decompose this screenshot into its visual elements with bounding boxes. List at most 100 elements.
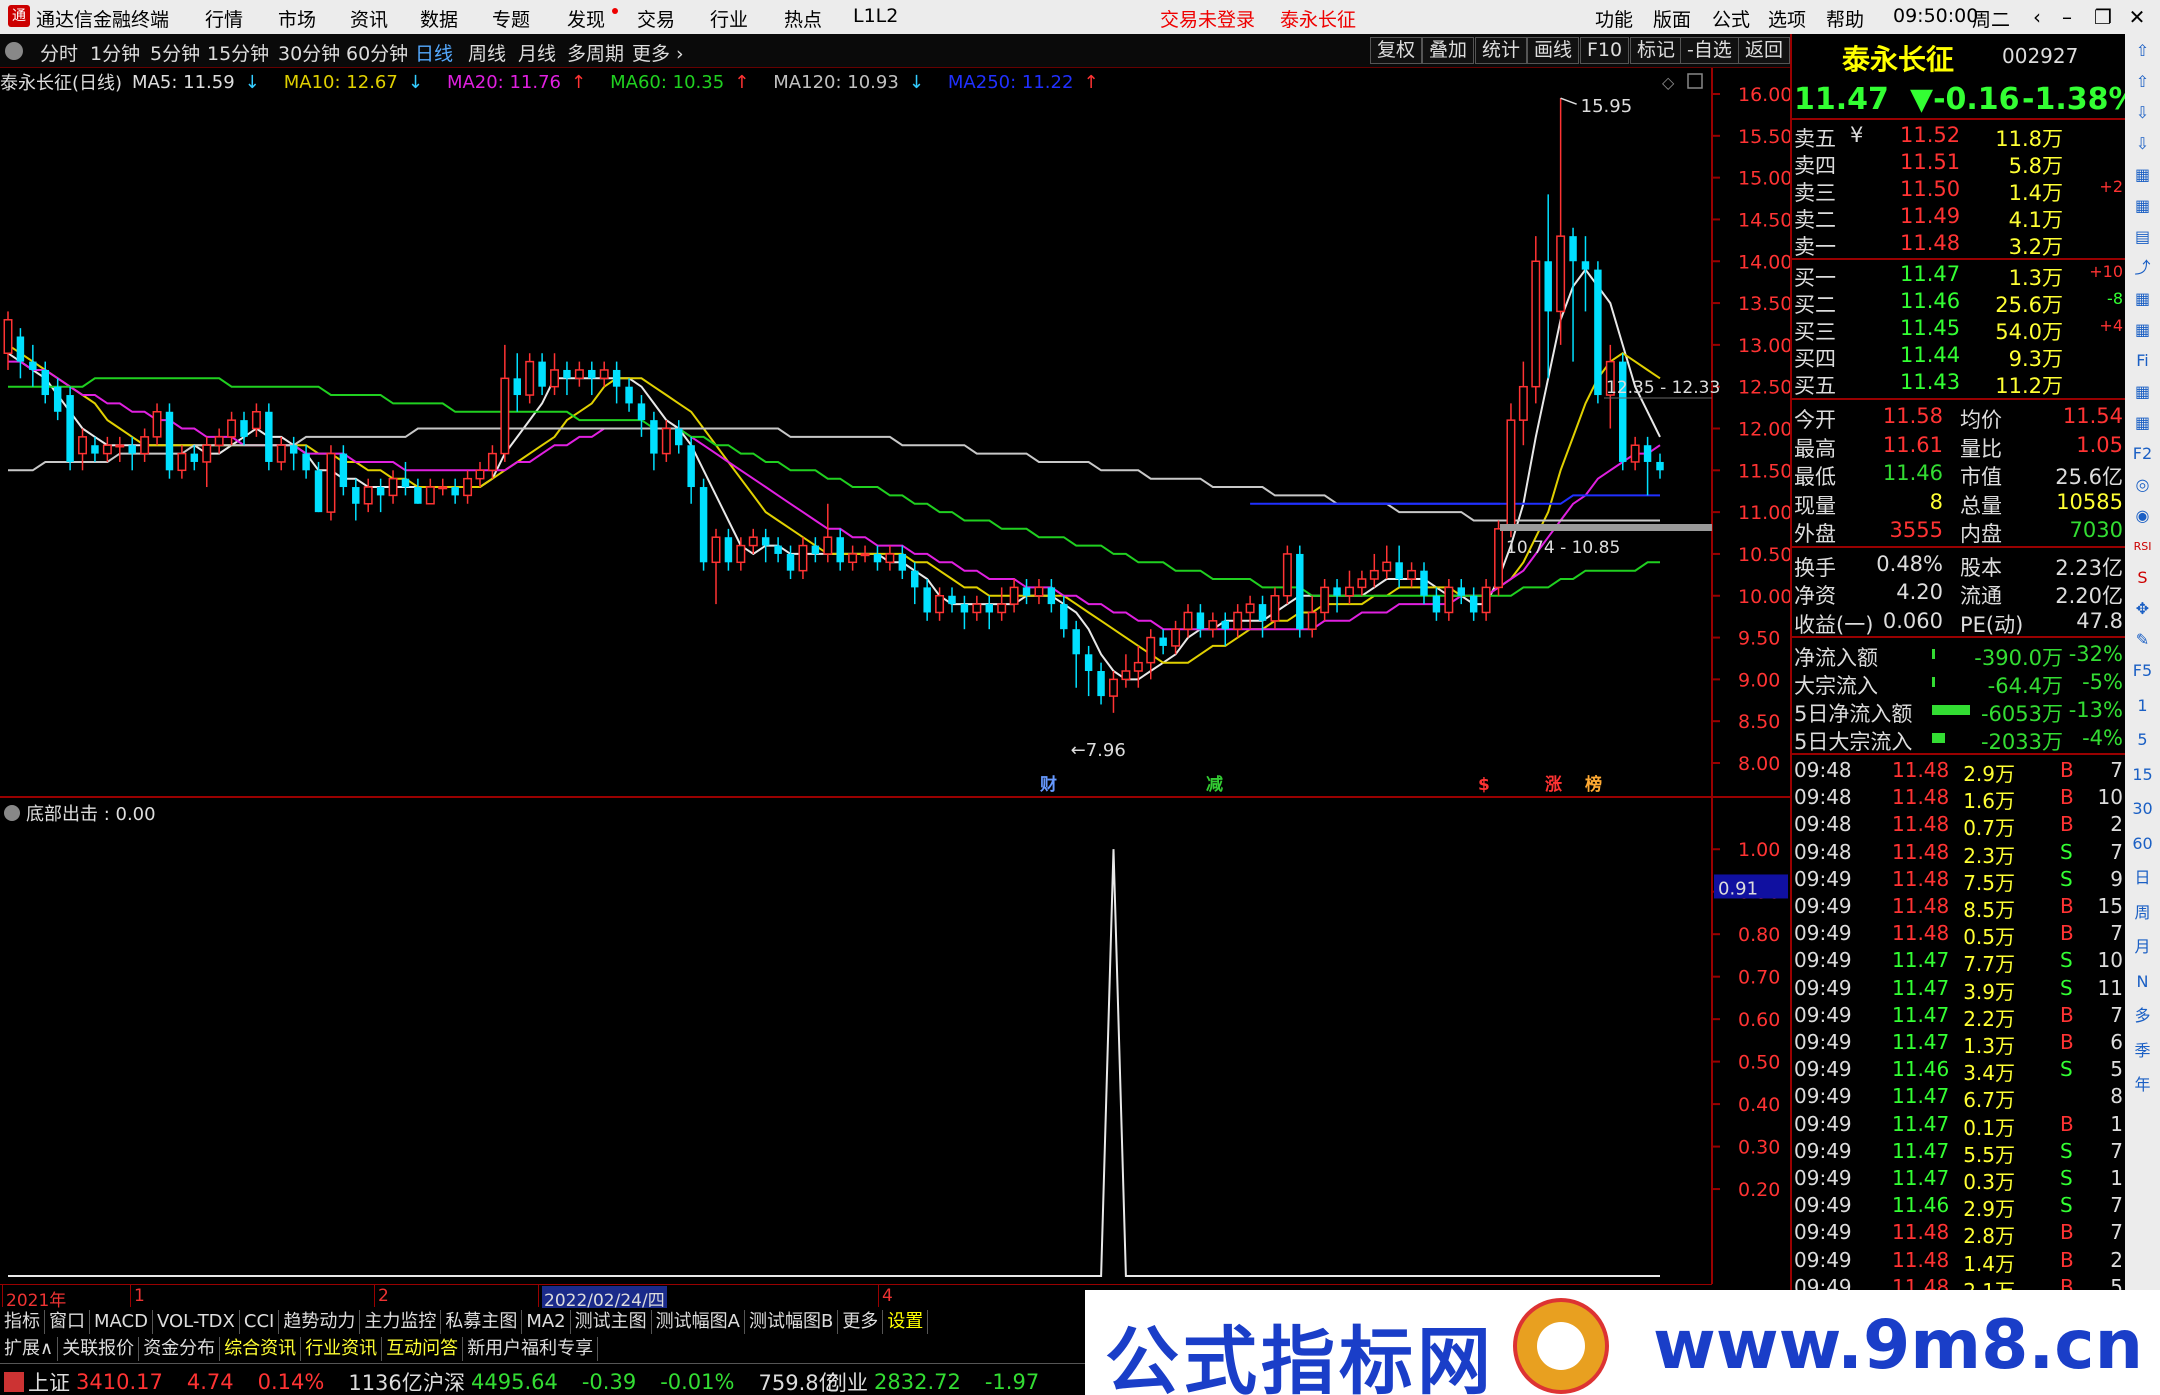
- side-tool-button[interactable]: ▦: [2130, 193, 2155, 218]
- menu-item[interactable]: 选项: [1768, 5, 1806, 32]
- tool-button[interactable]: F10: [1580, 37, 1630, 64]
- close-icon[interactable]: ✕: [2122, 3, 2152, 31]
- menu-item[interactable]: 资讯: [350, 5, 388, 32]
- menu-status-text[interactable]: 交易未登录: [1160, 5, 1255, 32]
- event-marker[interactable]: 减: [1206, 774, 1223, 795]
- tool-button[interactable]: 统计: [1475, 37, 1528, 64]
- menu-item[interactable]: L1L2: [853, 5, 898, 27]
- indicator-tab[interactable]: CCI: [240, 1310, 280, 1334]
- index-quote[interactable]: 沪深 4495.64 -0.39 -0.01% 759.8亿: [423, 1367, 840, 1395]
- collapse-icon[interactable]: [5, 42, 23, 60]
- event-marker[interactable]: 榜: [1585, 774, 1602, 795]
- side-tool-button[interactable]: ◎: [2130, 472, 2155, 497]
- bid-row[interactable]: 买一 11.47 1.3万 +10: [1792, 261, 2125, 290]
- tool-button[interactable]: 标记: [1630, 37, 1683, 64]
- side-tool-button[interactable]: ▤: [2130, 224, 2155, 249]
- side-tool-button[interactable]: 周: [2130, 900, 2155, 925]
- ask-row[interactable]: 卖五 ¥11.52 11.8万: [1792, 122, 2125, 151]
- bid-row[interactable]: 买三 11.45 54.0万 +4: [1792, 315, 2125, 344]
- event-marker[interactable]: $: [1478, 775, 1490, 795]
- menu-item[interactable]: 行业: [710, 5, 748, 32]
- tool-button[interactable]: 返回: [1738, 37, 1790, 64]
- menu-item[interactable]: 版面: [1653, 5, 1691, 32]
- event-marker[interactable]: 涨: [1545, 775, 1562, 795]
- side-tool-button[interactable]: 季: [2130, 1038, 2155, 1063]
- menu-item[interactable]: 公式: [1712, 5, 1750, 32]
- tool-button[interactable]: 叠加: [1422, 37, 1475, 64]
- ask-row[interactable]: 卖一 11.48 3.2万: [1792, 230, 2125, 259]
- menu-item[interactable]: 功能: [1595, 5, 1633, 32]
- side-tool-button[interactable]: Fi: [2130, 348, 2155, 373]
- menu-status-text[interactable]: 泰永长征: [1280, 5, 1356, 32]
- side-tool-button[interactable]: 30: [2130, 796, 2155, 821]
- side-tool-button[interactable]: S: [2130, 565, 2155, 590]
- index-quote[interactable]: 创业 2832.72 -1.97: [826, 1367, 1063, 1395]
- bid-row[interactable]: 买二 11.46 25.6万 -8: [1792, 288, 2125, 317]
- indicator-tab[interactable]: 窗口: [45, 1310, 90, 1334]
- extension-tab[interactable]: 新用户福利专享: [463, 1337, 599, 1361]
- side-tool-button[interactable]: ⇧: [2130, 69, 2155, 94]
- side-tool-button[interactable]: 月: [2130, 934, 2155, 959]
- ask-row[interactable]: 卖二 11.49 4.1万: [1792, 203, 2125, 232]
- extension-tab[interactable]: 关联报价: [58, 1337, 140, 1361]
- side-tool-button[interactable]: ✎: [2130, 627, 2155, 652]
- expand-icon[interactable]: [1687, 73, 1703, 89]
- period-tab[interactable]: 30分钟: [278, 39, 340, 66]
- menu-item[interactable]: 帮助: [1826, 5, 1864, 32]
- side-tool-button[interactable]: 多: [2130, 1003, 2155, 1028]
- extension-tab[interactable]: 资金分布: [139, 1337, 221, 1361]
- side-tool-button[interactable]: 15: [2130, 762, 2155, 787]
- menu-item[interactable]: 数据: [420, 5, 458, 32]
- indicator-tab[interactable]: 主力监控: [360, 1310, 442, 1334]
- stock-name[interactable]: 泰永长征: [1842, 38, 1954, 78]
- side-tool-button[interactable]: ⤴: [2130, 255, 2155, 280]
- tool-button[interactable]: 复权: [1370, 37, 1423, 64]
- period-tab[interactable]: 5分钟: [150, 39, 200, 66]
- period-tab[interactable]: 日线: [415, 39, 453, 66]
- indicator-tab[interactable]: 测试幅图A: [652, 1310, 745, 1334]
- indicator-tab[interactable]: MA2: [522, 1310, 571, 1334]
- side-tool-button[interactable]: 年: [2130, 1072, 2155, 1097]
- side-tool-button[interactable]: ⇩: [2130, 100, 2155, 125]
- period-tab[interactable]: 15分钟: [207, 39, 269, 66]
- minimize-icon[interactable]: –: [2052, 3, 2082, 31]
- extension-tab[interactable]: 互动问答: [382, 1337, 464, 1361]
- restore-icon[interactable]: ❐: [2088, 3, 2118, 31]
- period-tab[interactable]: 更多 ›: [632, 39, 684, 66]
- side-tool-button[interactable]: ⇩: [2130, 131, 2155, 156]
- period-tab[interactable]: 月线: [518, 39, 556, 66]
- menu-item[interactable]: 市场: [278, 5, 316, 32]
- indicator-tab[interactable]: 更多: [838, 1310, 884, 1334]
- diamond-icon[interactable]: ◇: [1662, 73, 1675, 92]
- indicator-tab[interactable]: 指标: [0, 1310, 45, 1334]
- side-tool-button[interactable]: 日: [2130, 865, 2155, 890]
- indicator-tab[interactable]: VOL-TDX: [153, 1310, 240, 1334]
- indicator-chart[interactable]: 1.000.900.800.700.600.500.400.300.200.91: [0, 798, 1790, 1284]
- side-tool-button[interactable]: 1: [2130, 693, 2155, 718]
- ask-row[interactable]: 卖三 11.50 1.4万 +2: [1792, 176, 2125, 205]
- side-tool-button[interactable]: RSI: [2130, 534, 2155, 559]
- menu-item[interactable]: 专题: [492, 5, 530, 32]
- period-tab[interactable]: 周线: [468, 39, 506, 66]
- index-quote[interactable]: 上证 3410.17 4.74 0.14% 1136亿: [0, 1367, 423, 1395]
- indicator-tab[interactable]: MACD: [90, 1310, 153, 1334]
- menu-item[interactable]: 行情: [205, 5, 243, 32]
- side-tool-button[interactable]: ▦: [2130, 162, 2155, 187]
- indicator-tab[interactable]: 测试幅图B: [745, 1310, 839, 1334]
- side-tool-button[interactable]: 60: [2130, 831, 2155, 856]
- indicator-tab[interactable]: 测试主图: [571, 1310, 652, 1334]
- side-tool-button[interactable]: F2: [2130, 441, 2155, 466]
- ask-row[interactable]: 卖四 11.51 5.8万: [1792, 149, 2125, 178]
- side-tool-button[interactable]: ▦: [2130, 317, 2155, 342]
- tool-button[interactable]: -自选: [1680, 37, 1739, 64]
- side-tool-button[interactable]: ▦: [2130, 286, 2155, 311]
- extension-tab[interactable]: 行业资讯: [301, 1337, 383, 1361]
- bid-row[interactable]: 买五 11.43 11.2万: [1792, 369, 2125, 398]
- period-tab[interactable]: 60分钟: [346, 39, 408, 66]
- period-tab[interactable]: 多周期: [567, 39, 624, 66]
- period-tab[interactable]: 1分钟: [90, 39, 140, 66]
- side-tool-button[interactable]: N: [2130, 969, 2155, 994]
- menu-item[interactable]: 热点: [784, 5, 822, 32]
- candlestick-chart[interactable]: 16.00 15.50 15.00 14.50 14.00 13.50 13.00 12.50…: [0, 68, 1790, 798]
- menu-item[interactable]: 交易: [637, 5, 675, 32]
